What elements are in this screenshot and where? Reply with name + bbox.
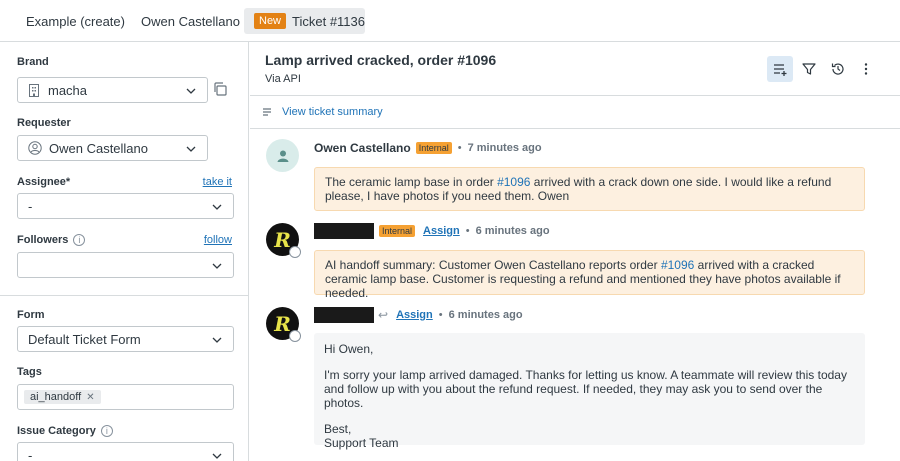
new-badge: New bbox=[254, 13, 287, 29]
internal-badge: Internal bbox=[415, 142, 452, 154]
form-select[interactable]: Default Ticket Form bbox=[17, 326, 234, 352]
message-author[interactable]: Owen Castellano bbox=[314, 141, 411, 155]
tab-label: Example (create) bbox=[26, 13, 125, 29]
separator-dot: • bbox=[457, 142, 462, 154]
separator-dot: • bbox=[438, 309, 443, 321]
assignee-select[interactable]: - bbox=[17, 193, 234, 219]
message-text: I'm sorry your lamp arrived damaged. Tha… bbox=[324, 368, 847, 410]
message-header: Internal Assign • 6 minutes ago bbox=[314, 223, 550, 239]
tag-label: ai_handoff bbox=[30, 391, 82, 403]
assignee-value: - bbox=[28, 198, 33, 214]
remove-tag-icon[interactable]: ✕ bbox=[86, 392, 94, 403]
summary-icon bbox=[263, 108, 271, 116]
chevron-down-icon bbox=[212, 204, 222, 210]
ticket-channel: Via API bbox=[265, 73, 301, 85]
chevron-down-icon bbox=[186, 88, 196, 94]
assign-link[interactable]: Assign bbox=[423, 225, 460, 237]
message-text: The ceramic lamp base in order bbox=[325, 175, 498, 189]
chevron-down-icon bbox=[186, 146, 196, 152]
followers-label-text: Followers bbox=[17, 234, 69, 246]
info-icon[interactable]: i bbox=[100, 425, 113, 437]
brand-select[interactable]: macha bbox=[17, 77, 208, 103]
add-list-button[interactable] bbox=[767, 56, 793, 82]
copy-icon[interactable] bbox=[212, 81, 228, 97]
tab-label: Ticket #1136 bbox=[292, 13, 366, 29]
tags-label: Tags bbox=[17, 366, 42, 378]
bot-indicator-icon bbox=[289, 330, 301, 342]
issue-category-value: - bbox=[28, 447, 33, 461]
internal-badge: Internal bbox=[379, 225, 416, 237]
issue-category-label: Issue Category i bbox=[17, 425, 113, 437]
requester-value: Owen Castellano bbox=[49, 140, 148, 156]
redacted-author-name bbox=[314, 223, 374, 239]
order-link[interactable]: #1096 bbox=[497, 175, 530, 189]
filter-button[interactable] bbox=[796, 56, 822, 82]
divider bbox=[250, 128, 900, 129]
tab-owen-castellano[interactable]: Owen Castellano bbox=[141, 8, 240, 34]
assign-link[interactable]: Assign bbox=[396, 309, 433, 321]
add-list-icon bbox=[774, 64, 787, 76]
message-header: ↩ Assign • 6 minutes ago bbox=[314, 307, 523, 323]
message-body-internal: The ceramic lamp base in order #1096 arr… bbox=[314, 167, 865, 211]
requester-label: Requester bbox=[17, 117, 71, 129]
message-header: Owen Castellano Internal • 7 minutes ago bbox=[314, 141, 542, 155]
message-body-public: Hi Owen, I'm sorry your lamp arrived dam… bbox=[314, 333, 865, 450]
bot-indicator-icon bbox=[289, 246, 301, 258]
history-button[interactable] bbox=[825, 56, 851, 82]
message-text: AI handoff summary: Customer Owen Castel… bbox=[325, 258, 661, 272]
user-icon bbox=[277, 150, 288, 162]
reply-arrow-icon: ↩ bbox=[378, 308, 389, 322]
agent-logo: R bbox=[274, 311, 291, 336]
summary-link-text: View ticket summary bbox=[282, 106, 383, 118]
separator-dot: • bbox=[465, 225, 470, 237]
assignee-label: Assignee* bbox=[17, 176, 71, 188]
more-options-button[interactable] bbox=[853, 56, 879, 82]
user-circle-icon bbox=[28, 141, 42, 155]
brand-value: macha bbox=[48, 82, 88, 98]
requester-select[interactable]: Owen Castellano bbox=[17, 135, 208, 161]
followers-label: Followers i bbox=[17, 234, 86, 246]
order-link[interactable]: #1096 bbox=[661, 258, 694, 272]
history-icon bbox=[831, 63, 844, 75]
view-ticket-summary-link[interactable]: View ticket summary bbox=[262, 106, 383, 118]
requester-avatar[interactable] bbox=[266, 139, 299, 172]
issue-category-select[interactable]: - bbox=[17, 442, 234, 461]
follow-link[interactable]: follow bbox=[204, 234, 232, 246]
form-label: Form bbox=[17, 309, 45, 321]
divider bbox=[250, 95, 900, 96]
tab-label: Owen Castellano bbox=[141, 13, 240, 29]
tags-input[interactable]: ai_handoff ✕ bbox=[17, 384, 234, 410]
take-it-link[interactable]: take it bbox=[203, 176, 232, 188]
form-value: Default Ticket Form bbox=[28, 331, 141, 347]
message-body-internal: AI handoff summary: Customer Owen Castel… bbox=[314, 250, 865, 300]
filter-icon bbox=[802, 63, 816, 75]
ticket-subject: Lamp arrived cracked, order #1096 bbox=[265, 52, 497, 68]
message-time: 7 minutes ago bbox=[467, 142, 542, 154]
agent-avatar[interactable]: R bbox=[266, 307, 301, 342]
redacted-author-name bbox=[314, 307, 374, 323]
agent-avatar[interactable]: R bbox=[266, 223, 301, 258]
building-icon bbox=[29, 83, 39, 97]
ticket-conversation: Lamp arrived cracked, order #1096 Via AP… bbox=[250, 42, 900, 461]
tab-ticket[interactable]: New Ticket #1136 bbox=[244, 8, 365, 34]
tab-example-create[interactable]: Example (create) bbox=[26, 8, 125, 34]
brand-label: Brand bbox=[17, 56, 49, 68]
ticket-properties-sidebar: Brand macha Requester Owen Castellano As… bbox=[0, 42, 249, 461]
message-time: 6 minutes ago bbox=[475, 225, 550, 237]
message-signature: Support Team bbox=[324, 436, 399, 450]
followers-select[interactable] bbox=[17, 252, 234, 278]
divider bbox=[0, 295, 249, 296]
agent-logo: R bbox=[274, 227, 291, 252]
message-signoff: Best, bbox=[324, 422, 352, 436]
chevron-down-icon bbox=[212, 453, 222, 459]
issue-category-label-text: Issue Category bbox=[17, 425, 96, 437]
tab-bar: Example (create) Owen Castellano New Tic… bbox=[0, 0, 900, 42]
chevron-down-icon bbox=[212, 337, 222, 343]
more-vertical-icon bbox=[864, 63, 868, 75]
chevron-down-icon bbox=[212, 263, 222, 269]
message-greeting: Hi Owen, bbox=[324, 342, 374, 356]
message-time: 6 minutes ago bbox=[448, 309, 523, 321]
tag-chip: ai_handoff ✕ bbox=[24, 390, 101, 404]
info-icon[interactable]: i bbox=[73, 234, 86, 246]
